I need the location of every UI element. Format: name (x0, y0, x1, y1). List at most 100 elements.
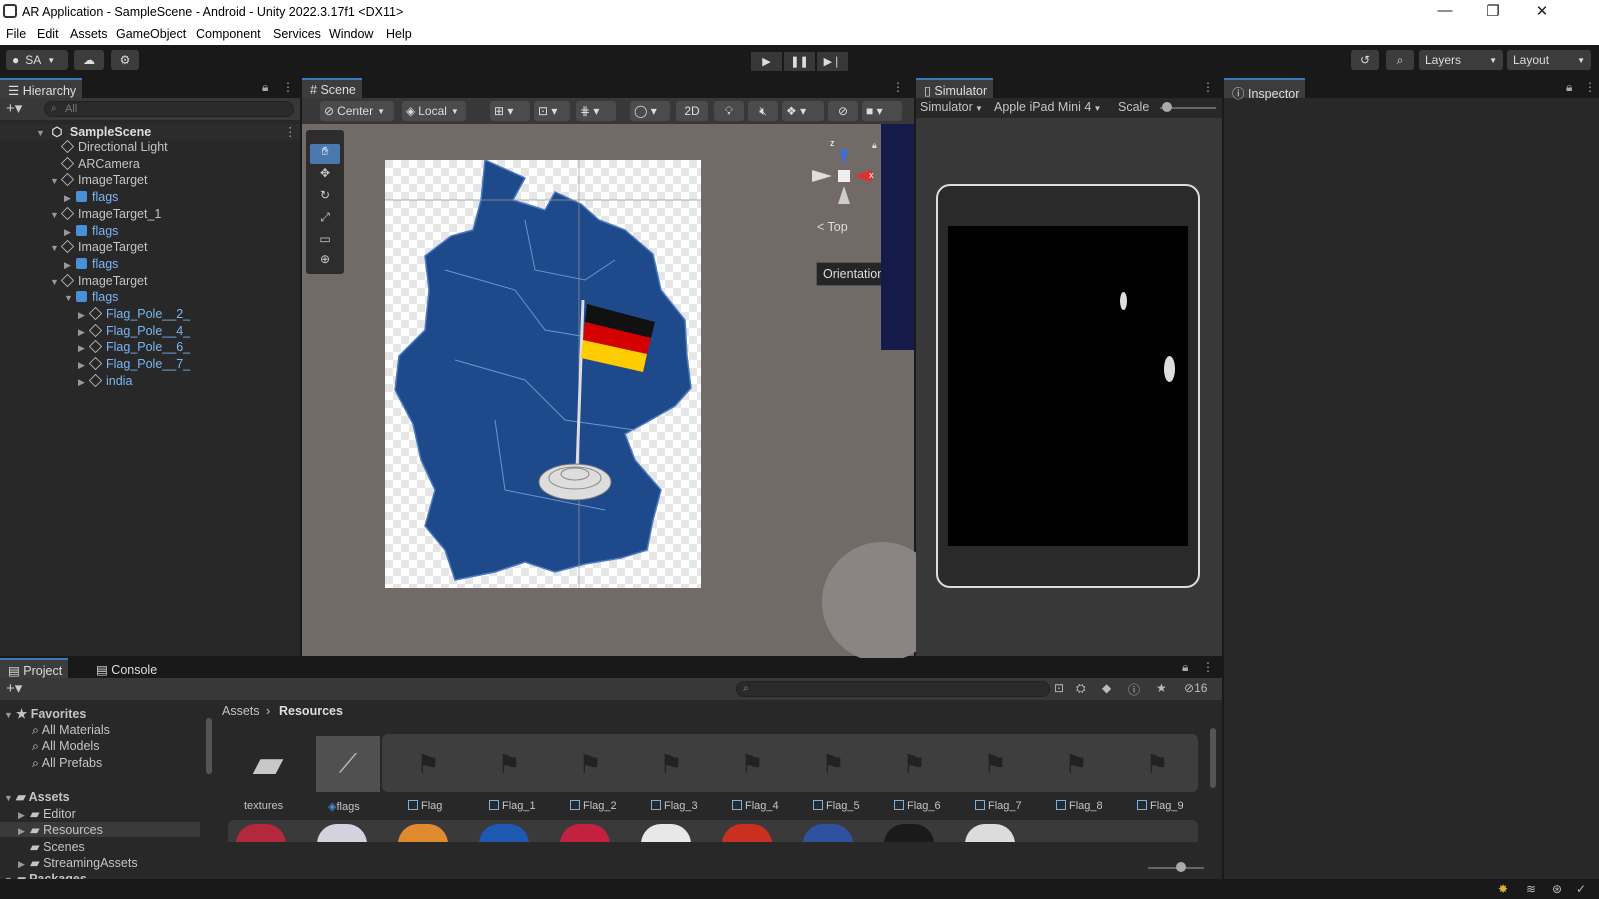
hierarchy-search-input[interactable]: ⌕ All (44, 101, 294, 117)
effects-dropdown[interactable]: ❖ ▾ (782, 101, 824, 121)
expand-arrow-icon[interactable]: ▼ (50, 176, 62, 186)
folder-resources[interactable]: ▶ ▰ Resources (0, 822, 200, 837)
lock-icon[interactable]: 🔒︎ (262, 80, 268, 95)
simulator-mode-dropdown[interactable]: Simulator ▼ (920, 100, 983, 114)
minimize-button[interactable]: — (1430, 2, 1460, 19)
asset-tile[interactable]: ⚑ (1125, 736, 1189, 792)
progress-icon[interactable]: ✓ (1576, 882, 1586, 896)
hierarchy-item[interactable]: ▼ flags (0, 290, 118, 306)
favorites-node[interactable]: ▼ ★ Favorites (4, 706, 86, 721)
grid-snap-button[interactable]: ⊞ ▾ (490, 101, 530, 121)
hierarchy-item[interactable]: ▶ Flag_Pole__4_ (0, 323, 190, 340)
hierarchy-item[interactable]: ▼ ImageTarget_1 (0, 206, 161, 223)
asset-tile[interactable]: ⚑ (1044, 736, 1108, 792)
material-sphere-thumbnail[interactable] (317, 824, 367, 842)
expand-arrow-icon[interactable]: ▶ (64, 193, 76, 204)
hierarchy-item[interactable]: ▼ ImageTarget (0, 173, 147, 189)
device-screen[interactable] (948, 226, 1188, 546)
asset-tile[interactable]: ⚑ (720, 736, 784, 792)
hierarchy-item[interactable]: ▶ india (0, 373, 132, 390)
assets-node[interactable]: ▼ ▰ Assets (4, 789, 70, 804)
filter-type-icon[interactable]: ⛭ (1076, 681, 1086, 696)
lighting-toggle[interactable]: 💡︎ (714, 101, 744, 121)
tab-hierarchy[interactable]: ☰ Hierarchy (0, 78, 83, 98)
undo-history-button[interactable]: ↺ (1351, 50, 1379, 70)
asset-tile[interactable]: ⚑ (558, 736, 622, 792)
thumbnail-size-handle[interactable] (1176, 862, 1186, 872)
shading-mode-button[interactable]: ◯ ▾ (630, 101, 670, 121)
snap-increment-button[interactable]: ⊡ ▾ (534, 101, 570, 121)
move-tool-button[interactable]: ✥ (310, 166, 340, 186)
layers-dropdown[interactable]: Layers ▼ (1419, 50, 1503, 70)
pause-button[interactable]: ❚❚ (784, 52, 815, 71)
germany-map-image-target[interactable] (385, 160, 701, 588)
maximize-button[interactable]: ❐ (1478, 2, 1508, 20)
add-icon[interactable]: +▾ (6, 679, 22, 697)
asset-tile[interactable]: ⚑ (801, 736, 865, 792)
material-sphere-thumbnail[interactable] (560, 824, 610, 842)
add-icon[interactable]: +▾ (6, 99, 22, 117)
space-dropdown[interactable]: ◈ Local ▼ (402, 101, 466, 121)
asset-tile[interactable]: ⟋ (316, 736, 380, 792)
device-dropdown[interactable]: Apple iPad Mini 4 ▼ (994, 100, 1101, 114)
hierarchy-item[interactable]: ▶ Flag_Pole__2_ (0, 306, 190, 323)
asset-tile[interactable]: ⚑ (396, 736, 460, 792)
hierarchy-item[interactable]: ▶ Flag_Pole__7_ (0, 356, 190, 373)
hierarchy-item[interactable]: ▶ flags (0, 257, 118, 273)
tab-scene[interactable]: # Scene (302, 78, 362, 98)
pivot-dropdown[interactable]: ⊘ Center ▼ (320, 101, 394, 121)
expand-arrow-icon[interactable]: ▶ (78, 377, 90, 388)
favorite-star-icon[interactable]: ★ (1156, 681, 1167, 695)
expand-arrow-icon[interactable]: ▼ (50, 210, 62, 220)
menu-file[interactable]: File (6, 27, 26, 41)
menu-assets[interactable]: Assets (70, 27, 108, 41)
material-sphere-thumbnail[interactable] (236, 824, 286, 842)
more-icon[interactable]: ⋮ (1202, 660, 1214, 674)
menu-gameobject[interactable]: GameObject (116, 27, 186, 41)
menu-services[interactable]: Services (273, 27, 321, 41)
expand-arrow-icon[interactable]: ▼ (64, 293, 76, 303)
material-sphere-thumbnail[interactable] (722, 824, 772, 842)
label-icon[interactable]: ◆ (1102, 681, 1111, 695)
scale-tool-button[interactable]: ⤢ (310, 210, 340, 230)
folder-scenes[interactable]: ▰ Scenes (30, 839, 85, 854)
folder-streamingassets[interactable]: ▶ ▰ StreamingAssets (18, 855, 138, 870)
tree-scrollbar[interactable] (206, 718, 212, 774)
scene-root-row[interactable]: ▼ ⬡ SampleScene ⋮ (0, 124, 300, 140)
expand-arrow-icon[interactable]: ▼ (50, 243, 62, 253)
favorite-all-models[interactable]: ⌕ All Models (32, 739, 99, 754)
asset-tile[interactable]: ▰ (236, 736, 300, 792)
info-icon[interactable]: ⓘ (1128, 681, 1140, 698)
hierarchy-item[interactable]: ▼ ImageTarget (0, 273, 147, 290)
step-button[interactable]: ▶❘ (817, 52, 848, 71)
expand-arrow-icon[interactable]: ▼ (50, 277, 62, 287)
transform-tool-button[interactable]: ⊕ (310, 252, 340, 272)
lock-icon[interactable]: 🔒︎ (1182, 660, 1188, 675)
favorite-all-prefabs[interactable]: ⌕ All Prefabs (32, 756, 102, 771)
asset-tile[interactable]: ⚑ (963, 736, 1027, 792)
more-icon[interactable]: ⋮ (1584, 80, 1596, 94)
hidden-objects-toggle[interactable]: ⊘ (828, 101, 858, 121)
breadcrumb-assets[interactable]: Assets (222, 704, 260, 718)
material-sphere-thumbnail[interactable] (641, 824, 691, 842)
expand-arrow-icon[interactable]: ▶ (78, 360, 90, 371)
collab-button[interactable]: ⚙ (111, 50, 139, 70)
hierarchy-item[interactable]: ARCamera (0, 156, 140, 173)
grid-visibility-button[interactable]: ⋕ ▾ (576, 101, 616, 121)
menu-component[interactable]: Component (196, 27, 261, 41)
audio-toggle[interactable]: 🔇︎ (748, 101, 778, 121)
hierarchy-item[interactable]: ▼ ImageTarget (0, 240, 147, 256)
expand-arrow-icon[interactable]: ▶ (78, 310, 90, 321)
close-button[interactable]: ✕ (1527, 2, 1557, 20)
expand-arrow-icon[interactable]: ▶ (78, 343, 90, 354)
notification-icon[interactable]: ✸ (1498, 882, 1508, 896)
expand-arrow-icon[interactable]: ▶ (64, 260, 76, 271)
scale-slider-handle[interactable] (1162, 102, 1172, 112)
camera-dropdown[interactable]: ■ ▾ (862, 101, 902, 121)
search-by-type-icon[interactable]: ⊡ (1054, 681, 1064, 695)
rotate-tool-button[interactable]: ↻ (310, 188, 340, 208)
search-button[interactable]: ⌕ (1386, 50, 1414, 70)
material-sphere-thumbnail[interactable] (965, 824, 1015, 842)
material-sphere-thumbnail[interactable] (884, 824, 934, 842)
more-icon[interactable]: ⋮ (1202, 80, 1214, 94)
